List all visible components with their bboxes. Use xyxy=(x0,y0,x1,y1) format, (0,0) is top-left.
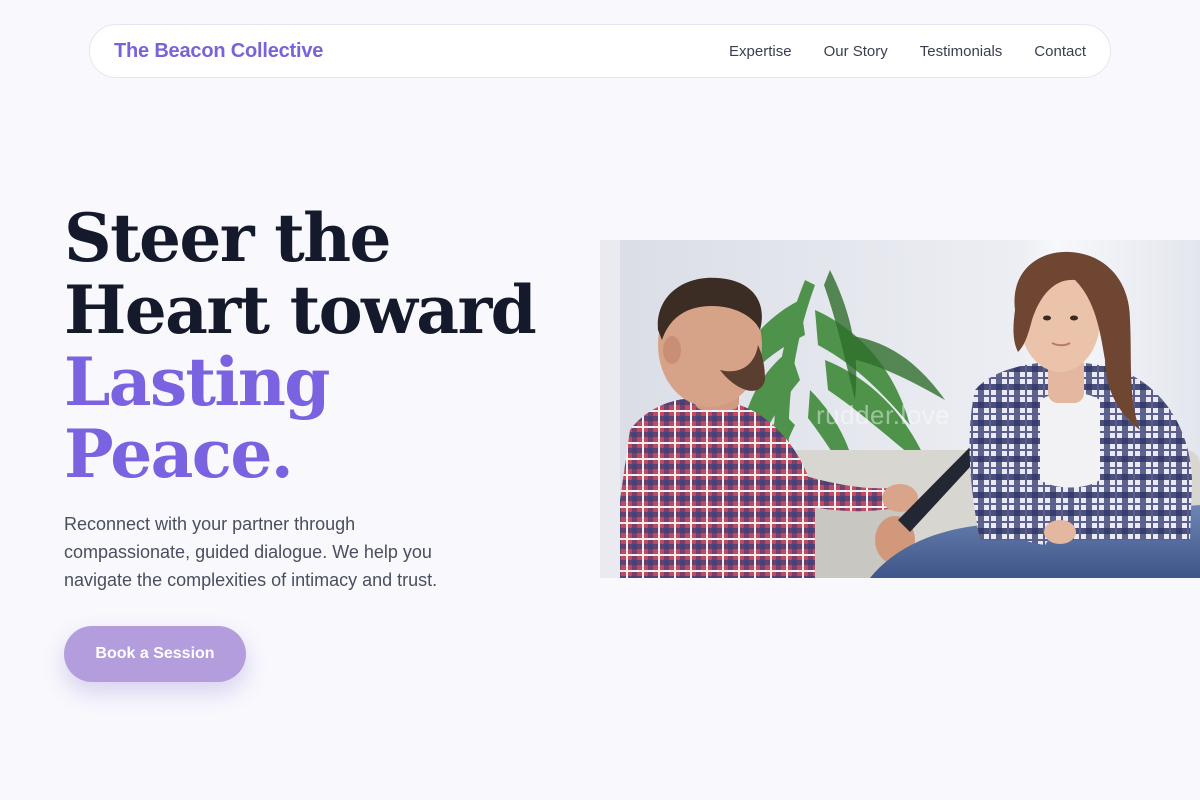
top-navbar: The Beacon Collective Expertise Our Stor… xyxy=(89,24,1111,78)
nav-link-testimonials[interactable]: Testimonials xyxy=(920,43,1003,60)
nav-link-our-story[interactable]: Our Story xyxy=(824,43,888,60)
hero-title-accent-line-2: Peace. xyxy=(64,415,294,493)
hero-title-line-1: Steer the xyxy=(64,199,392,277)
nav-links: Expertise Our Story Testimonials Contact xyxy=(729,43,1086,60)
hero-title: Steer the Heart toward Lasting Peace. xyxy=(64,202,544,490)
page: The Beacon Collective Expertise Our Stor… xyxy=(0,0,1200,800)
image-watermark: rudder.love xyxy=(816,400,951,430)
brand-logo[interactable]: The Beacon Collective xyxy=(114,40,323,63)
hero-title-line-2: Heart toward xyxy=(64,271,537,349)
nav-link-expertise[interactable]: Expertise xyxy=(729,43,792,60)
hero-photo-couple-talking: rudder.love xyxy=(600,240,1200,578)
book-session-button[interactable]: Book a Session xyxy=(64,626,246,682)
hero-title-accent-line-1: Lasting xyxy=(64,343,330,421)
hero-subtitle: Reconnect with your partner through comp… xyxy=(64,514,438,590)
nav-link-contact[interactable]: Contact xyxy=(1034,43,1086,60)
